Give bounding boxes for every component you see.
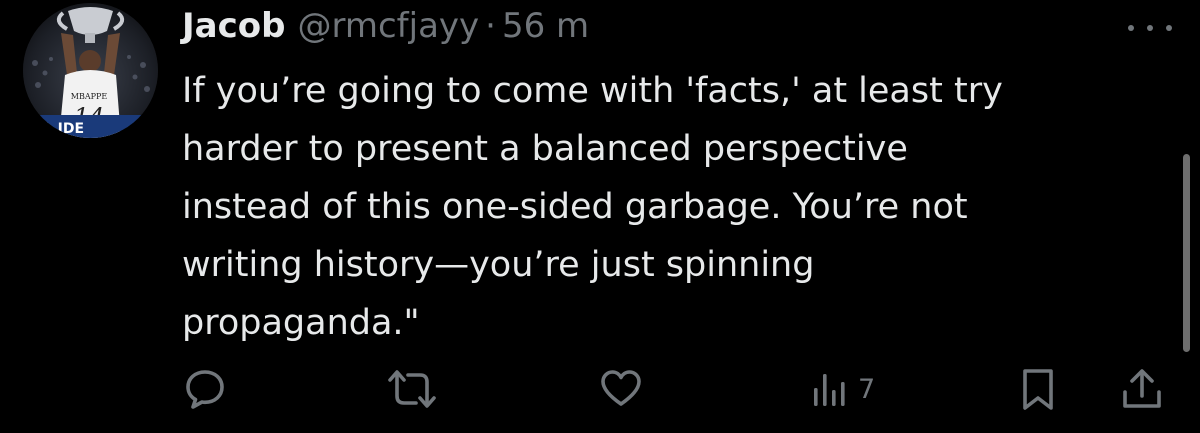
views-icon bbox=[814, 374, 845, 406]
banner-text: AL IDE bbox=[33, 121, 84, 137]
retweet-icon bbox=[388, 370, 436, 408]
jersey-name: MBAPPE bbox=[71, 92, 108, 101]
share-button[interactable] bbox=[1120, 362, 1164, 416]
action-bar: 7 bbox=[0, 362, 1200, 416]
separator-dot: · bbox=[485, 6, 496, 46]
retweet-button[interactable] bbox=[386, 362, 438, 416]
share-icon bbox=[1123, 369, 1161, 408]
avatar[interactable]: MBAPPE 14 AL IDE bbox=[23, 3, 158, 138]
bookmark-button[interactable] bbox=[1018, 362, 1058, 416]
views-button[interactable]: 7 bbox=[812, 362, 875, 416]
user-handle[interactable]: @rmcfjayy bbox=[297, 2, 479, 50]
tweet-text-line: harder to present a balanced perspective bbox=[182, 129, 908, 169]
more-options-icon[interactable] bbox=[1128, 20, 1172, 36]
like-button[interactable] bbox=[598, 362, 644, 416]
bookmark-icon bbox=[1023, 369, 1053, 410]
scrollbar[interactable] bbox=[1183, 154, 1190, 352]
display-name[interactable]: Jacob bbox=[182, 2, 285, 50]
tweet-text-line: If you’re going to come with 'facts,' at… bbox=[182, 71, 1003, 111]
tweet-header: Jacob @rmcfjayy · 56 m bbox=[182, 2, 589, 50]
more-dot bbox=[1166, 25, 1172, 31]
reply-icon bbox=[186, 370, 224, 409]
avatar-image: MBAPPE 14 AL IDE bbox=[23, 3, 158, 138]
more-dot bbox=[1147, 25, 1153, 31]
tweet-text-line: propaganda." bbox=[182, 303, 420, 343]
timestamp[interactable]: 56 m bbox=[502, 2, 589, 50]
reply-button[interactable] bbox=[182, 362, 228, 416]
views-count: 7 bbox=[858, 373, 876, 405]
heart-icon bbox=[601, 370, 641, 406]
tweet-text-line: writing history—you’re just spinning bbox=[182, 245, 815, 285]
tweet-text-line: instead of this one-sided garbage. You’r… bbox=[182, 187, 968, 227]
more-dot bbox=[1128, 25, 1134, 31]
tweet-text: If you’re going to come with 'facts,' at… bbox=[182, 62, 1142, 352]
tweet[interactable]: MBAPPE 14 AL IDE Jacob @rmcfjayy · 56 m … bbox=[0, 0, 1200, 433]
